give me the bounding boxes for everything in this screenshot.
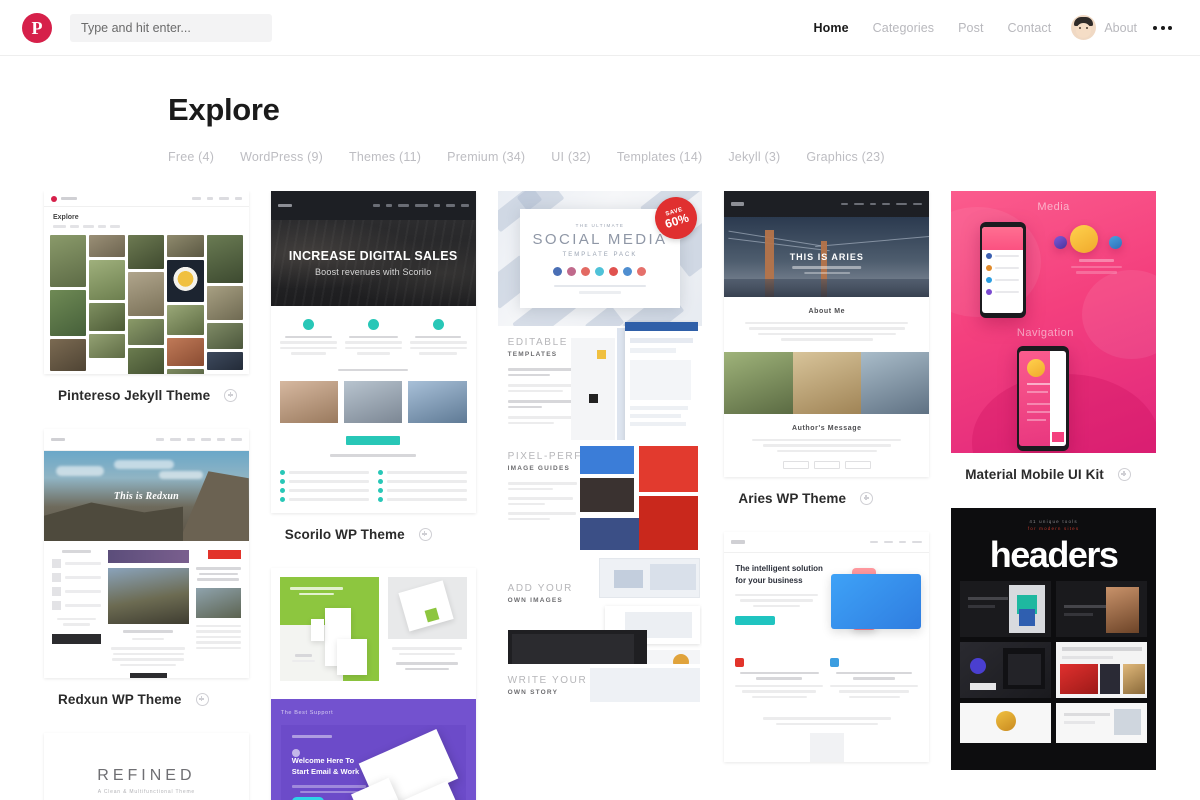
plus-circle-icon[interactable] — [860, 492, 874, 505]
avatar — [1071, 15, 1097, 40]
plus-circle-icon[interactable] — [1117, 468, 1131, 481]
editable-templates-block: EDITABLE TEMPLATES — [497, 322, 703, 460]
nav-item-about: About — [1104, 20, 1137, 35]
social-subheading: TEMPLATE PACK — [562, 251, 638, 258]
filter-ui[interactable]: UI (32) — [551, 150, 617, 164]
thumbnail-green-grey-purple: The Best Support Welcome Here To Start E… — [270, 568, 476, 800]
aries-quote-heading: Author's Message — [791, 424, 862, 432]
pintereso-preview-heading: Explore — [53, 214, 79, 222]
social-icon-row — [553, 266, 647, 276]
purple-kicker: The Best Support — [280, 710, 334, 716]
card-footer-pintereso: Pintereso Jekyll Theme — [44, 374, 249, 403]
thumbnail-headers: 41 unique tools for modern sites headers — [951, 508, 1156, 770]
page-body: Explore Free (4) WordPress (9) Themes (1… — [0, 56, 1200, 800]
aries-hero: THIS IS ARIES — [724, 216, 930, 297]
grid-column-5: Media Navigation Material Mobile UI Kit … — [951, 191, 1156, 796]
nav-item-contact[interactable]: Contact — [996, 21, 1064, 35]
search-input[interactable] — [70, 13, 272, 42]
filter-tag-list: Free (4) WordPress (9) Themes (11) Premi… — [168, 150, 1200, 164]
refined-wordmark: REFINED — [97, 767, 196, 784]
filter-wordpress[interactable]: WordPress (9) — [240, 150, 349, 164]
card-social-media-pack[interactable]: THE ULTIMATE SOCIAL MEDIA TEMPLATE PACK — [497, 191, 703, 702]
nav-item-post[interactable]: Post — [946, 21, 995, 35]
scorilo-hero-sub: Boost revenues with Scorilo — [314, 266, 432, 277]
thumbnail-social-media-pack: THE ULTIMATE SOCIAL MEDIA TEMPLATE PACK — [497, 191, 703, 702]
top-navigation-bar: P Home Categories Post Contact About — [0, 0, 1200, 56]
social-kicker: THE ULTIMATE — [575, 222, 625, 228]
thumbnail-scorilo: INCREASE DIGITAL SALES Boost revenues wi… — [270, 191, 476, 513]
account-menu[interactable]: About — [1063, 15, 1137, 40]
card-green-grey-purple[interactable]: The Best Support Welcome Here To Start E… — [270, 568, 476, 800]
masonry-grid: Explore Pintereso Jekyll Theme This is R… — [0, 191, 1200, 800]
aries-section-heading: About Me — [808, 307, 846, 315]
scorilo-hero: INCREASE DIGITAL SALES Boost revenues wi… — [270, 219, 476, 306]
card-title-scorilo: Scorilo WP Theme — [284, 527, 405, 542]
grid-column-3: THE ULTIMATE SOCIAL MEDIA TEMPLATE PACK — [497, 191, 703, 728]
card-title-aries: Aries WP Theme — [738, 491, 847, 506]
card-headers[interactable]: 41 unique tools for modern sites headers — [951, 508, 1156, 770]
filter-themes[interactable]: Themes (11) — [349, 150, 447, 164]
grid-column-2: INCREASE DIGITAL SALES Boost revenues wi… — [270, 191, 476, 800]
scorilo-hero-heading: INCREASE DIGITAL SALES — [288, 248, 458, 263]
add-images-block: ADD YOUR OWN IMAGES — [497, 558, 703, 676]
plus-circle-icon[interactable] — [418, 528, 432, 541]
filter-free[interactable]: Free (4) — [168, 150, 240, 164]
material-label-top: Media — [1037, 201, 1070, 214]
card-footer-aries: Aries WP Theme — [724, 477, 929, 506]
purple-panel: The Best Support Welcome Here To Start E… — [270, 699, 476, 800]
headers-wordmark: headers — [989, 534, 1119, 575]
thumbnail-refined: REFINED A Clean & Multifunctional Theme — [44, 733, 249, 800]
card-footer-redxun: Redxun WP Theme — [44, 678, 249, 707]
filter-jekyll[interactable]: Jekyll (3) — [728, 150, 806, 164]
card-title-pintereso: Pintereso Jekyll Theme — [58, 388, 211, 403]
headers-kicker: 41 unique tools — [1029, 519, 1078, 524]
refined-tagline: A Clean & Multifunctional Theme — [97, 789, 196, 795]
ellipsis-icon[interactable] — [1137, 25, 1178, 30]
card-blue-mobile[interactable]: The intelligent solution for your busine… — [724, 532, 930, 762]
card-refined[interactable]: REFINED A Clean & Multifunctional Theme — [44, 733, 249, 800]
thumbnail-blue-mobile: The intelligent solution for your busine… — [724, 532, 930, 762]
search-field-wrapper — [70, 13, 272, 42]
material-label-bottom: Navigation — [1016, 327, 1074, 340]
page-title: Explore — [168, 92, 280, 127]
grid-column-1: Explore Pintereso Jekyll Theme This is R… — [44, 191, 249, 800]
filter-premium[interactable]: Premium (34) — [447, 150, 551, 164]
social-heading: SOCIAL MEDIA — [532, 230, 668, 248]
aries-hero-heading: THIS IS ARIES — [789, 251, 864, 262]
pixel-perfect-block: PIXEL-PERFECT IMAGE GUIDES — [497, 440, 703, 550]
headers-kicker-2: for modern sites — [1027, 526, 1080, 531]
site-logo[interactable]: P — [22, 12, 52, 43]
card-pintereso[interactable]: Explore Pintereso Jekyll Theme — [44, 191, 249, 403]
redxun-hero: This is Redxun — [44, 451, 249, 542]
nav-item-home[interactable]: Home — [802, 21, 861, 35]
card-footer-scorilo: Scorilo WP Theme — [271, 513, 476, 542]
redxun-hero-heading: This is Redxun — [113, 490, 179, 502]
card-title-redxun: Redxun WP Theme — [58, 692, 182, 707]
plus-circle-icon[interactable] — [195, 693, 209, 706]
thumbnail-pintereso: Explore — [44, 191, 249, 374]
nav-item-categories[interactable]: Categories — [861, 21, 946, 35]
thumbnail-aries: THIS IS ARIES About Me Author's Message — [724, 191, 930, 477]
green-panel — [279, 577, 379, 681]
filter-templates[interactable]: Templates (14) — [617, 150, 728, 164]
aries-quote-section: Author's Message — [724, 413, 930, 477]
card-title-material: Material Mobile UI Kit — [965, 467, 1104, 482]
card-material-ui-kit[interactable]: Media Navigation Material Mobile UI Kit — [951, 191, 1156, 482]
plus-circle-icon[interactable] — [224, 389, 238, 402]
card-footer-material: Material Mobile UI Kit — [951, 453, 1156, 482]
card-redxun[interactable]: This is Redxun Redxun WP Theme — [44, 429, 249, 707]
card-aries[interactable]: THIS IS ARIES About Me Author's Message … — [724, 191, 930, 506]
thumbnail-material-ui-kit: Media Navigation — [951, 191, 1156, 453]
card-scorilo[interactable]: INCREASE DIGITAL SALES Boost revenues wi… — [270, 191, 476, 542]
grid-column-4: THIS IS ARIES About Me Author's Message … — [724, 191, 930, 788]
write-story-block: WRITE YOUR OWN STORY — [497, 664, 703, 702]
filter-graphics[interactable]: Graphics (23) — [806, 150, 910, 164]
thumbnail-redxun: This is Redxun — [44, 429, 249, 678]
blue-mobile-heading: The intelligent solution for your busine… — [735, 563, 823, 585]
aries-about-section: About Me — [724, 296, 930, 352]
primary-nav: Home Categories Post Contact About — [802, 15, 1178, 40]
